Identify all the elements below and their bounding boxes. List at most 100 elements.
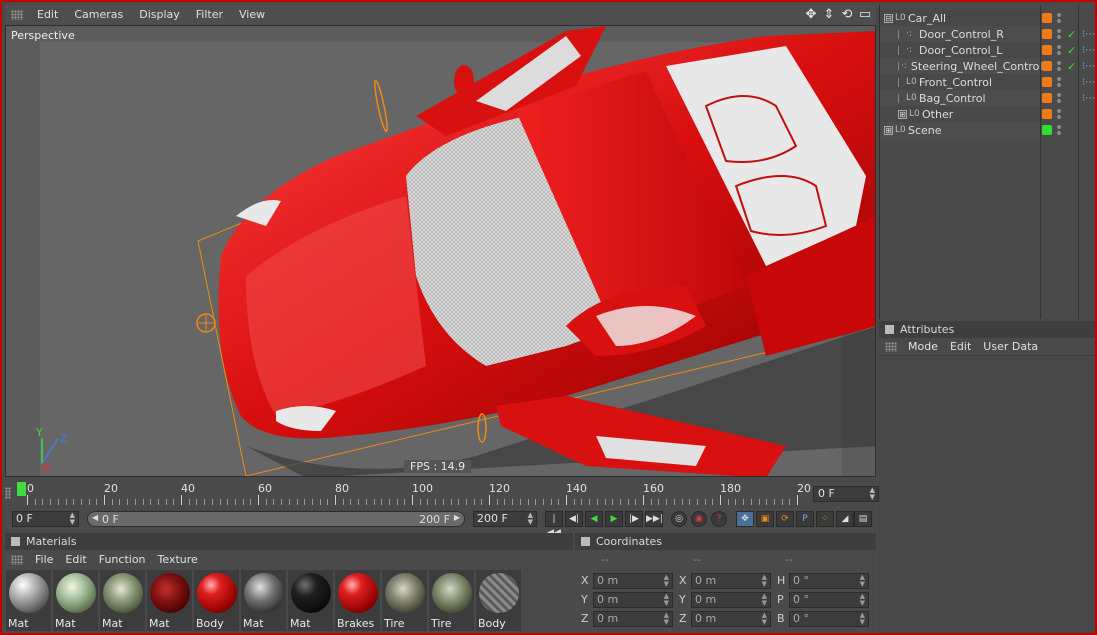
preview-range-slider[interactable]: ◀ 0 F 200 F ▶ — [87, 511, 465, 527]
panel-checkbox-icon[interactable] — [885, 325, 894, 334]
menu-view[interactable]: View — [231, 5, 273, 25]
attr-menu-mode[interactable]: Mode — [902, 340, 944, 353]
spinner-icon[interactable]: ▲ ▼ — [860, 574, 865, 588]
spinner-icon[interactable]: ▲ ▼ — [528, 512, 533, 526]
visibility-dots-icon[interactable] — [1057, 61, 1062, 71]
visibility-dots-icon[interactable] — [1057, 93, 1062, 103]
range-right-arrow-icon[interactable]: ▶ — [454, 513, 460, 522]
tree-line-icon[interactable] — [898, 61, 899, 71]
object-row[interactable]: ⊟ L0 Car_All — [880, 10, 1040, 26]
play-backward-button[interactable]: ◀ — [585, 511, 603, 527]
layer-color-swatch[interactable] — [1042, 125, 1052, 135]
visibility-dots-icon[interactable] — [1057, 13, 1062, 23]
xpresso-tag-icon[interactable]: ⁝⋯ — [1082, 77, 1095, 88]
material-swatch[interactable]: Mat — [100, 570, 145, 631]
material-swatch[interactable]: Mat — [53, 570, 98, 631]
object-name[interactable]: Door_Control_R — [919, 28, 1004, 41]
spinner-icon[interactable]: ▲ ▼ — [70, 512, 75, 526]
material-swatch[interactable]: Mat — [147, 570, 192, 631]
spinner-icon[interactable]: ▲ ▼ — [870, 487, 875, 501]
material-swatch[interactable]: Tire — [382, 570, 427, 631]
move-icon[interactable]: ✥ — [804, 8, 818, 22]
start-frame-field[interactable]: 0 F ▲ ▼ — [12, 511, 79, 527]
playhead[interactable] — [17, 482, 26, 496]
coordinate-field[interactable]: 0 m ▲ ▼ — [593, 611, 673, 627]
current-frame-field[interactable]: 0 F ▲ ▼ — [813, 486, 879, 502]
play-forward-button[interactable]: ▶ — [605, 511, 623, 527]
key-parameter-icon[interactable]: P — [796, 511, 814, 527]
grip-icon[interactable] — [885, 341, 897, 352]
layer-color-swatch[interactable] — [1042, 29, 1052, 39]
material-swatch[interactable]: Mat — [288, 570, 333, 631]
visibility-dots-icon[interactable] — [1057, 77, 1062, 87]
object-row[interactable]: ·: Door_Control_L — [880, 42, 1040, 58]
coord-mode-size[interactable]: -- — [693, 553, 701, 566]
spinner-icon[interactable]: ▲ ▼ — [860, 612, 865, 626]
timeline-options-icon[interactable]: ▤ — [854, 511, 872, 527]
visibility-dots-icon[interactable] — [1057, 29, 1062, 39]
expand-toggle-icon[interactable]: ⊞ — [898, 109, 907, 119]
menu-cameras[interactable]: Cameras — [66, 5, 131, 25]
menu-filter[interactable]: Filter — [188, 5, 231, 25]
tree-line-icon[interactable] — [898, 93, 904, 103]
range-left-arrow-icon[interactable]: ◀ — [92, 513, 98, 522]
material-swatch[interactable]: Brakes — [335, 570, 380, 631]
timeline-ruler[interactable]: 0 20 40 60 80 100 120 140 160 180 20 — [17, 481, 811, 507]
interpolation-icon[interactable]: ◢ — [836, 511, 854, 527]
object-row[interactable]: ·: Door_Control_R — [880, 26, 1040, 42]
visibility-dots-icon[interactable] — [1057, 109, 1062, 119]
material-swatch[interactable]: Mat — [6, 570, 51, 631]
key-rotation-icon[interactable]: ⟳ — [776, 511, 794, 527]
layer-color-swatch[interactable] — [1042, 61, 1052, 71]
panel-checkbox-icon[interactable] — [581, 537, 590, 546]
xpresso-tag-icon[interactable]: ⁝⋯ — [1082, 93, 1095, 104]
coordinate-field[interactable]: 0 ° ▲ ▼ — [789, 611, 869, 627]
object-row[interactable]: ⊞ L0 Other — [880, 106, 1040, 122]
next-key-button[interactable]: |▶ — [625, 511, 643, 527]
key-pla-icon[interactable]: ⁘ — [816, 511, 834, 527]
expand-toggle-icon[interactable]: ⊞ — [884, 125, 893, 135]
tree-line-icon[interactable] — [898, 45, 904, 55]
record-keys-icon[interactable]: ◎ — [671, 511, 687, 527]
tree-line-icon[interactable] — [898, 29, 904, 39]
mat-menu-edit[interactable]: Edit — [59, 553, 92, 566]
maximize-icon[interactable]: ▭ — [858, 8, 872, 22]
layer-color-swatch[interactable] — [1042, 109, 1052, 119]
spinner-icon[interactable]: ▲ ▼ — [664, 593, 669, 607]
end-frame-field[interactable]: 200 F ▲ ▼ — [473, 511, 537, 527]
grip-icon[interactable] — [11, 554, 23, 565]
spinner-icon[interactable]: ▲ ▼ — [762, 593, 767, 607]
object-row[interactable]: L0 Bag_Control — [880, 90, 1040, 106]
object-name[interactable]: Front_Control — [919, 76, 992, 89]
car-model-render[interactable]: Y Z X — [6, 26, 876, 477]
spinner-icon[interactable]: ▲ ▼ — [664, 612, 669, 626]
perspective-viewport[interactable]: Perspective Y Z X FPS: 14.9 — [5, 25, 876, 477]
object-row[interactable]: L0 Front_Control — [880, 74, 1040, 90]
menu-edit[interactable]: Edit — [29, 5, 66, 25]
mat-menu-texture[interactable]: Texture — [152, 553, 204, 566]
layer-color-swatch[interactable] — [1042, 45, 1052, 55]
object-name[interactable]: Steering_Wheel_Control — [911, 60, 1043, 73]
autokey-icon[interactable]: ? — [711, 511, 727, 527]
grip-icon[interactable] — [11, 10, 23, 20]
enabled-check-icon[interactable]: ✓ — [1067, 44, 1077, 57]
timeline[interactable]: 0 20 40 60 80 100 120 140 160 180 20 0 F ▲ ▼ — [5, 481, 879, 507]
menu-display[interactable]: Display — [131, 5, 188, 25]
object-name[interactable]: Car_All — [908, 12, 946, 25]
key-position-icon[interactable]: ✥ — [736, 511, 754, 527]
grip-icon[interactable] — [5, 487, 11, 499]
goto-end-button[interactable]: ▶▶| — [645, 511, 663, 527]
object-row[interactable]: ⊞ L0 Scene — [880, 122, 1040, 138]
xpresso-tag-icon[interactable]: ⁝⋯ — [1082, 29, 1095, 40]
goto-start-button[interactable]: |◀◀ — [545, 511, 563, 538]
dolly-icon[interactable]: ⇕ — [822, 8, 836, 22]
object-name[interactable]: Other — [922, 108, 953, 121]
rotate-icon[interactable]: ⟲ — [840, 8, 854, 22]
xpresso-tag-icon[interactable]: ⁝⋯ — [1082, 45, 1095, 56]
spinner-icon[interactable]: ▲ ▼ — [860, 593, 865, 607]
record-active-icon[interactable]: ◉ — [691, 511, 707, 527]
spinner-icon[interactable]: ▲ ▼ — [762, 612, 767, 626]
panel-checkbox-icon[interactable] — [11, 537, 20, 546]
mat-menu-file[interactable]: File — [29, 553, 59, 566]
material-swatch[interactable]: Body — [476, 570, 521, 631]
